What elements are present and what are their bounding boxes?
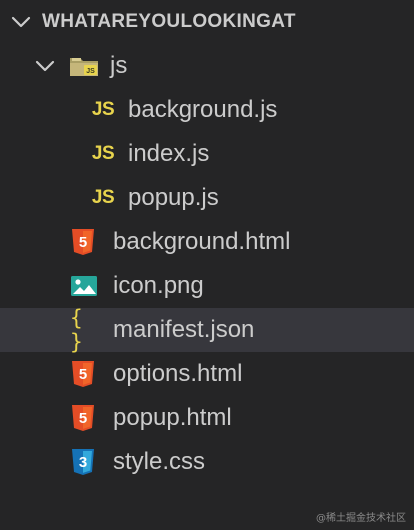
folder-js-icon: JS [70,58,98,76]
file-label: manifest.json [113,316,255,343]
file-label: options.html [113,360,243,387]
root-folder-header[interactable]: WHATAREYOULOOKINGAT [0,0,414,44]
file-popup-html[interactable]: 5 popup.html [0,396,414,440]
file-explorer: WHATAREYOULOOKINGAT JS js JS background.… [0,0,414,530]
file-label: index.js [128,140,210,167]
svg-text:JS: JS [86,68,95,75]
javascript-icon: JS [91,99,115,120]
file-icon-png[interactable]: icon.png [0,264,414,308]
file-label: icon.png [113,272,204,299]
file-background-html[interactable]: 5 background.html [0,220,414,264]
image-icon [71,276,97,296]
file-label: popup.html [113,404,232,431]
html5-icon: 5 [72,405,94,431]
file-manifest-json[interactable]: { } manifest.json [0,306,414,354]
file-popup-js[interactable]: JS popup.js [0,176,414,220]
html5-icon: 5 [72,229,94,255]
file-style-css[interactable]: 3 style.css [0,440,414,484]
chevron-down-icon [11,16,31,28]
file-label: background.js [128,96,278,123]
javascript-icon: JS [91,143,115,164]
root-folder-label: WHATAREYOULOOKINGAT [42,11,296,32]
file-label: background.html [113,228,291,255]
chevron-down-icon [35,60,55,72]
css3-icon: 3 [72,449,94,475]
javascript-icon: JS [91,187,115,208]
watermark: @稀土掘金技术社区 [316,513,406,524]
svg-text:5: 5 [79,410,87,427]
folder-js[interactable]: JS js [0,44,414,88]
svg-text:3: 3 [79,454,87,471]
file-background-js[interactable]: JS background.js [0,88,414,132]
json-braces-icon: { } [70,306,83,354]
file-index-js[interactable]: JS index.js [0,132,414,176]
html5-icon: 5 [72,361,94,387]
folder-js-label: js [110,52,128,79]
file-label: style.css [113,448,206,475]
file-label: popup.js [128,184,219,211]
file-options-html[interactable]: 5 options.html [0,352,414,396]
svg-text:5: 5 [79,366,87,383]
svg-text:5: 5 [79,234,87,251]
